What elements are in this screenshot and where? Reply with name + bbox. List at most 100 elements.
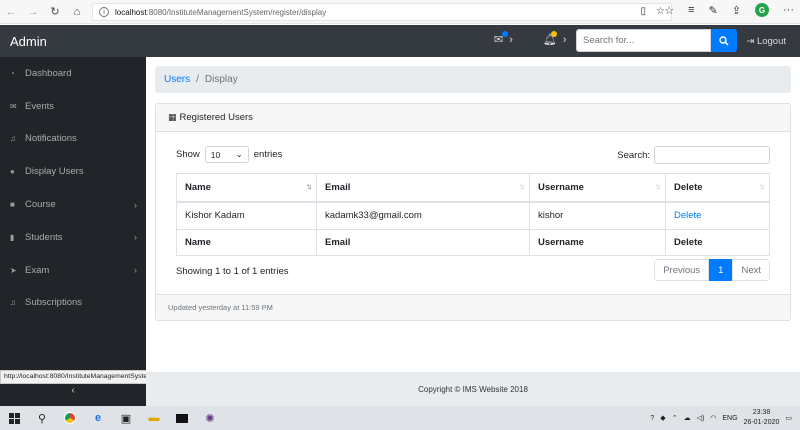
pagination: Previous 1 Next bbox=[654, 259, 770, 281]
browser-toolbar: ← → ↻ ⌂ i localhost:8080/InstituteManage… bbox=[0, 0, 800, 24]
paper-plane-icon: ➤ bbox=[10, 265, 17, 275]
messages-dropdown[interactable]: ✉ › bbox=[494, 31, 513, 46]
entries-label: entries bbox=[253, 149, 283, 160]
chrome-icon[interactable] bbox=[56, 406, 84, 430]
share-icon[interactable]: ⇪ bbox=[732, 4, 741, 17]
search-icon bbox=[719, 35, 729, 46]
card-title: Registered Users bbox=[179, 112, 253, 123]
clock-date: 26-01-2020 bbox=[743, 419, 780, 426]
favorites-bar-icon[interactable]: ☆ bbox=[664, 4, 674, 17]
table-icon: ▦ bbox=[168, 112, 177, 122]
chevron-up-icon[interactable]: ⌃ bbox=[672, 414, 678, 422]
terminal-icon[interactable] bbox=[168, 406, 196, 430]
sidebar-item-students[interactable]: ▮ Students › bbox=[0, 221, 146, 254]
top-navbar: Admin ✉ › 🔔︎ › ⇥ Logout bbox=[0, 25, 800, 57]
url-host: localhost bbox=[115, 7, 147, 17]
column-header-name[interactable]: Name ↑↓ bbox=[176, 173, 317, 203]
column-header-delete[interactable]: Delete ↑↓ bbox=[665, 173, 770, 203]
logout-link[interactable]: ⇥ Logout bbox=[746, 36, 786, 47]
breadcrumb: Users / Display bbox=[155, 66, 791, 93]
pagination-next[interactable]: Next bbox=[732, 259, 770, 281]
sidebar-item-label: Dashboard bbox=[25, 67, 72, 79]
sidebar-item-notifications[interactable]: ♫ Notifications bbox=[0, 123, 146, 156]
info-icon[interactable]: i bbox=[99, 7, 109, 17]
edge-icon[interactable]: e bbox=[84, 406, 112, 430]
sidebar-collapse-button[interactable]: ‹ bbox=[0, 385, 146, 396]
chevron-right-icon: › bbox=[134, 232, 137, 243]
tachometer-icon: ◔ bbox=[10, 68, 15, 78]
column-header-username[interactable]: Username ↑↓ bbox=[529, 173, 666, 203]
reading-list-icon[interactable]: ≡ bbox=[688, 4, 694, 16]
navbar-search-button[interactable] bbox=[711, 29, 737, 52]
system-tray: ? ◆ ⌃ ☁ ◁) ◠ ENG 23:38 26-01-2020 ▭ bbox=[650, 408, 792, 428]
windows-taskbar: ⚲ e ▣ ▬ ✺ ? ◆ ⌃ ☁ ◁) ◠ ENG 23:38 26-01-2… bbox=[0, 406, 800, 430]
pagination-previous[interactable]: Previous bbox=[654, 259, 710, 281]
alerts-dropdown[interactable]: 🔔︎ › bbox=[543, 31, 567, 46]
sidebar-item-course[interactable]: ■ Course › bbox=[0, 188, 146, 221]
sidebar-item-display-users[interactable]: ● Display Users bbox=[0, 155, 146, 188]
sidebar-item-events[interactable]: ✉ Events bbox=[0, 90, 146, 123]
card-footer: Updated yesterday at 11:59 PM bbox=[156, 294, 790, 320]
breadcrumb-users-link[interactable]: Users bbox=[164, 74, 190, 85]
brand-title[interactable]: Admin bbox=[10, 34, 47, 49]
show-label: Show bbox=[176, 149, 200, 160]
chevron-down-icon: ⌄ bbox=[235, 149, 243, 159]
language-indicator[interactable]: ENG bbox=[722, 415, 737, 422]
dropbox-icon[interactable]: ◆ bbox=[660, 414, 665, 422]
search-icon[interactable]: ⚲ bbox=[28, 406, 56, 430]
sidebar-item-subscriptions[interactable]: ♫ Subscriptions bbox=[0, 287, 146, 320]
reading-view-icon[interactable]: ▯ bbox=[641, 6, 647, 17]
app-window-icon[interactable]: ▣ bbox=[112, 406, 140, 430]
help-icon[interactable]: ? bbox=[650, 415, 654, 422]
sort-icon: ↑↓ bbox=[759, 182, 765, 191]
cell-delete: Delete bbox=[665, 201, 770, 230]
sidebar-item-exam[interactable]: ➤ Exam › bbox=[0, 254, 146, 287]
sign-out-icon: ⇥ bbox=[746, 36, 755, 47]
pen-icon[interactable]: ✎ bbox=[709, 4, 718, 17]
file-explorer-icon[interactable]: ▬ bbox=[140, 406, 168, 430]
windows-start-icon[interactable] bbox=[0, 406, 28, 430]
sort-asc-icon: ↑↓ bbox=[306, 182, 312, 191]
sidebar-item-label: Events bbox=[25, 100, 55, 112]
profile-avatar-icon[interactable]: G bbox=[755, 3, 769, 17]
breadcrumb-current: Display bbox=[204, 74, 238, 85]
more-icon[interactable]: ··· bbox=[783, 4, 794, 16]
refresh-icon[interactable]: ↻ bbox=[44, 1, 66, 23]
table-search-input[interactable] bbox=[654, 146, 770, 164]
footer-header-email: Email bbox=[316, 229, 530, 256]
card-header: ▦ Registered Users bbox=[156, 104, 790, 132]
breadcrumb-separator: / bbox=[196, 74, 199, 85]
chevron-right-icon: › bbox=[134, 199, 137, 210]
wifi-icon[interactable]: ◠ bbox=[710, 414, 716, 422]
app-icon[interactable]: ✺ bbox=[196, 406, 224, 430]
onedrive-icon[interactable]: ☁ bbox=[684, 414, 691, 422]
column-header-email[interactable]: Email ↑↓ bbox=[316, 173, 530, 203]
url-path: :8080/InstituteManagementSystem/register… bbox=[146, 7, 327, 17]
sidebar-item-label: Subscriptions bbox=[25, 297, 83, 309]
address-bar[interactable]: i localhost:8080/InstituteManagementSyst… bbox=[92, 3, 672, 21]
notifications-icon[interactable]: ▭ bbox=[785, 414, 792, 422]
envelope-icon: ✉ bbox=[10, 101, 17, 111]
navbar-search-input[interactable] bbox=[576, 29, 711, 52]
entries-value: 10 bbox=[210, 149, 221, 160]
sidebar-item-label: Students bbox=[25, 231, 63, 243]
main-content: Users / Display ▦ Registered Users Show … bbox=[146, 57, 800, 406]
volume-icon[interactable]: ◁) bbox=[697, 414, 705, 422]
entries-select[interactable]: 10 ⌄ bbox=[204, 146, 249, 163]
forward-icon[interactable]: → bbox=[22, 1, 44, 23]
clock-time: 23:38 bbox=[752, 409, 771, 416]
users-table: Name ↑↓ Email ↑↓ Username ↑↓ Delete ↑↓ Kisho… bbox=[176, 173, 770, 256]
bell-icon: ♫ bbox=[10, 298, 16, 308]
sidebar-item-dashboard[interactable]: ◔ Dashboard bbox=[0, 57, 146, 90]
sidebar: ◔ Dashboard ✉ Events ♫ Notifications ● Displ… bbox=[0, 57, 146, 406]
messages-badge bbox=[502, 31, 508, 37]
back-icon[interactable]: ← bbox=[0, 1, 22, 23]
pagination-page-1[interactable]: 1 bbox=[709, 259, 733, 281]
delete-link[interactable]: Delete bbox=[674, 210, 701, 221]
footer-header-delete: Delete bbox=[665, 229, 770, 256]
home-icon[interactable]: ⌂ bbox=[66, 1, 88, 23]
cell-username: kishor bbox=[529, 201, 666, 230]
alerts-badge bbox=[550, 31, 557, 37]
table-info: Showing 1 to 1 of 1 entries bbox=[176, 266, 289, 277]
clock[interactable]: 23:38 26-01-2020 bbox=[744, 408, 780, 428]
